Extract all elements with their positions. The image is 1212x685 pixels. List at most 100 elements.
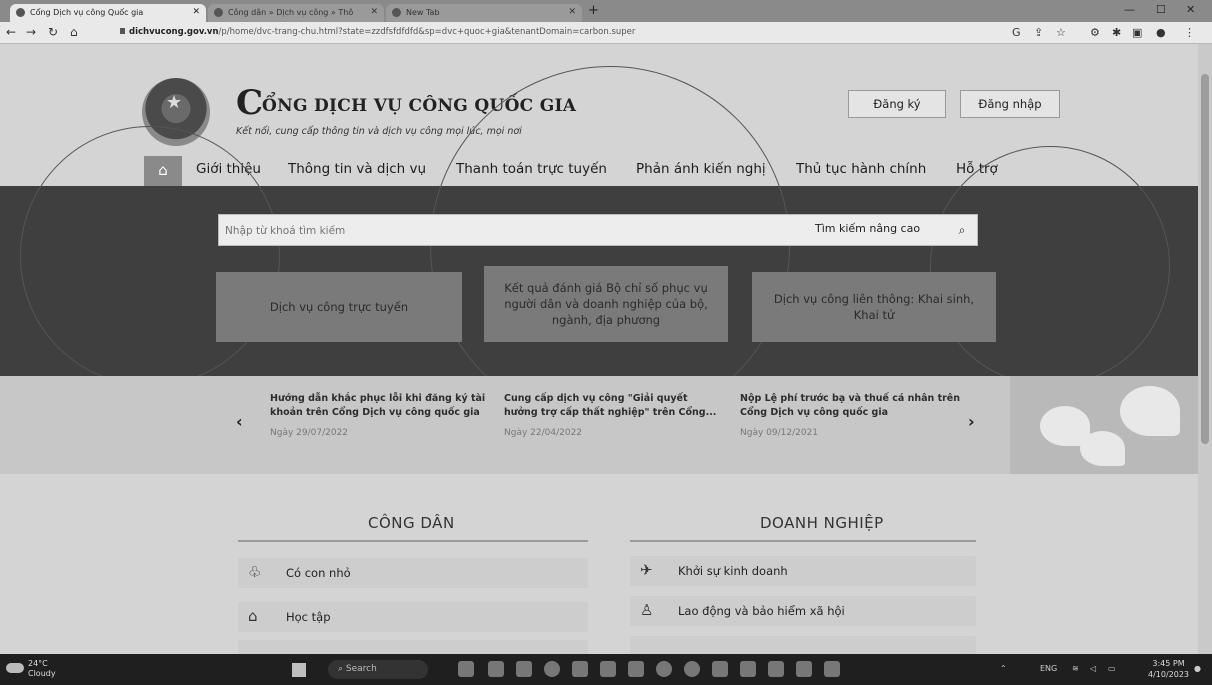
- share-icon[interactable]: ⇪: [1034, 26, 1043, 39]
- logo-letter: C: [236, 83, 264, 123]
- extension-icon[interactable]: ⚙: [1090, 26, 1100, 39]
- chrome-icon[interactable]: [684, 661, 700, 677]
- citizen-item-education[interactable]: ⌂ Học tập: [238, 602, 588, 632]
- url-field[interactable]: dichvucong.gov.vn/p/home/dvc-trang-chu.h…: [120, 27, 635, 37]
- register-button[interactable]: Đăng ký: [848, 90, 946, 118]
- page-viewport: ★ C ỔNG DỊCH VỤ CÔNG QUỐC GIA Kết nối, c…: [0, 44, 1198, 654]
- wifi-icon[interactable]: ≋: [1072, 664, 1079, 673]
- news-title: Nộp Lệ phí trước bạ và thuế cá nhân trên…: [740, 393, 961, 418]
- news-item[interactable]: Nộp Lệ phí trước bạ và thuế cá nhân trên…: [740, 392, 960, 438]
- weather-condition: Cloudy: [28, 669, 56, 678]
- close-window-icon[interactable]: ✕: [1186, 3, 1195, 16]
- battery-icon[interactable]: ▭: [1108, 664, 1116, 673]
- citizen-item-young-children[interactable]: ♧ Có con nhỏ: [238, 558, 588, 588]
- business-item-startup[interactable]: ✈ Khởi sự kinh doanh: [630, 556, 976, 586]
- home-browser-icon[interactable]: ⌂: [70, 25, 78, 39]
- tray-chevron-up-icon[interactable]: ⌃: [1000, 664, 1007, 673]
- search-input[interactable]: [225, 222, 785, 240]
- tab-close-icon[interactable]: ✕: [370, 7, 378, 17]
- menu-item-thong-tin-dich-vu[interactable]: Thông tin và dịch vụ: [288, 161, 426, 177]
- minimize-icon[interactable]: —: [1124, 3, 1135, 16]
- star-icon: ★: [166, 92, 183, 113]
- taskbar-clock[interactable]: 3:45 PM 4/10/2023: [1148, 658, 1189, 680]
- app-icon[interactable]: [824, 661, 840, 677]
- tab-label: New Tab: [406, 8, 440, 17]
- feature-evaluation-results[interactable]: Kết quả đánh giá Bộ chỉ số phục vụ người…: [484, 266, 728, 342]
- google-icon[interactable]: G: [1012, 26, 1021, 39]
- people-icon: ♙: [640, 601, 654, 619]
- clock-time: 3:45 PM: [1152, 659, 1185, 668]
- scrollbar-thumb[interactable]: [1201, 74, 1209, 444]
- menu-dots-icon[interactable]: ⋮: [1184, 26, 1195, 39]
- tab-favicon-icon: [214, 8, 223, 17]
- rocket-icon: ✈: [640, 561, 653, 579]
- business-divider: [630, 540, 976, 542]
- tab-close-icon[interactable]: ✕: [192, 7, 200, 17]
- app-icon[interactable]: [768, 661, 784, 677]
- address-bar: ← → ↻ ⌂ dichvucong.gov.vn/p/home/dvc-tra…: [0, 22, 1212, 44]
- edge-icon[interactable]: [544, 661, 560, 677]
- volume-icon[interactable]: ◁: [1090, 664, 1096, 673]
- reload-icon[interactable]: ↻: [48, 25, 58, 39]
- news-title: Cung cấp dịch vụ công "Giải quyết hưởng …: [504, 393, 717, 418]
- news-item[interactable]: Cung cấp dịch vụ công "Giải quyết hưởng …: [504, 392, 724, 438]
- windows-taskbar: 24°C Cloudy ⌕ Search ⌃ ENG ≋ ◁ ▭ 3:45 PM…: [0, 654, 1212, 685]
- browser-tab[interactable]: Công dân » Dịch vụ công » Thô ✕: [208, 4, 384, 22]
- weather-cloud-icon[interactable]: [6, 663, 24, 673]
- category-label: Có con nhỏ: [286, 566, 351, 580]
- hero-banner: Tìm kiếm nâng cao ⌕ Dịch vụ công trực tu…: [0, 66, 1198, 426]
- url-path: /p/home/dvc-trang-chu.html?state=zzdfsfd…: [218, 27, 636, 37]
- browser-tab-active[interactable]: Cổng Dịch vụ công Quốc gia ✕: [10, 4, 206, 22]
- vscode-icon[interactable]: [628, 661, 644, 677]
- hero-pattern: [20, 126, 280, 386]
- search-icon[interactable]: ⌕: [945, 215, 979, 245]
- file-explorer-icon[interactable]: [572, 661, 588, 677]
- zalo-icon[interactable]: [656, 661, 672, 677]
- new-tab-icon[interactable]: +: [588, 3, 599, 18]
- store-icon[interactable]: [600, 661, 616, 677]
- lotus-decoration: [1010, 376, 1198, 474]
- weather-widget[interactable]: 24°C Cloudy: [28, 659, 56, 679]
- citizen-divider: [238, 540, 588, 542]
- windows-start-icon[interactable]: [292, 663, 306, 677]
- tab-close-icon[interactable]: ✕: [568, 7, 576, 17]
- bookmark-star-icon[interactable]: ☆: [1056, 26, 1066, 39]
- notification-icon[interactable]: ●: [1194, 664, 1201, 673]
- browser-tab[interactable]: New Tab ✕: [386, 4, 582, 22]
- tab-label: Công dân » Dịch vụ công » Thô: [228, 8, 354, 17]
- puzzle-icon[interactable]: ✱: [1112, 26, 1121, 39]
- feature-online-services[interactable]: Dịch vụ công trực tuyến: [216, 272, 462, 342]
- menu-item-thu-tuc[interactable]: Thủ tục hành chính: [796, 161, 926, 177]
- lotus-petal: [1080, 431, 1125, 466]
- advanced-search-link[interactable]: Tìm kiếm nâng cao: [815, 222, 920, 235]
- taskbar-search[interactable]: ⌕ Search: [328, 660, 428, 679]
- clock-date: 4/10/2023: [1148, 670, 1190, 679]
- lotus-petal: [1120, 386, 1180, 436]
- app-icon[interactable]: [796, 661, 812, 677]
- chevron-left-icon[interactable]: ‹: [236, 412, 243, 431]
- network-app-icon[interactable]: [712, 661, 728, 677]
- back-icon[interactable]: ←: [6, 25, 16, 39]
- camera-app-icon[interactable]: [516, 661, 532, 677]
- page-scrollbar[interactable]: [1198, 44, 1212, 654]
- app-icon[interactable]: [740, 661, 756, 677]
- chevron-right-icon[interactable]: ›: [968, 412, 975, 431]
- citizen-item[interactable]: [238, 640, 588, 654]
- business-item-labor-insurance[interactable]: ♙ Lao động và bảo hiểm xã hội: [630, 596, 976, 626]
- tab-favicon-icon: [16, 8, 25, 17]
- news-item[interactable]: Hướng dẫn khắc phục lỗi khi đăng ký tài …: [270, 392, 490, 438]
- login-button[interactable]: Đăng nhập: [960, 90, 1060, 118]
- feature-birth-death-services[interactable]: Dịch vụ công liên thông: Khai sinh, Khai…: [752, 272, 996, 342]
- category-label: Lao động và bảo hiểm xã hội: [678, 604, 845, 618]
- forward-icon[interactable]: →: [26, 25, 36, 39]
- tab-favicon-icon: [392, 8, 401, 17]
- tray-language[interactable]: ENG: [1040, 664, 1057, 673]
- maximize-icon[interactable]: ☐: [1156, 3, 1166, 16]
- search-bar: Tìm kiếm nâng cao ⌕: [218, 214, 978, 246]
- business-item[interactable]: [630, 636, 976, 654]
- news-date: Ngày 22/04/2022: [504, 428, 583, 438]
- sidepanel-icon[interactable]: ▣: [1132, 26, 1142, 39]
- task-view-icon[interactable]: [488, 661, 504, 677]
- profile-icon[interactable]: ●: [1156, 26, 1166, 39]
- widgets-app-icon[interactable]: [458, 661, 474, 677]
